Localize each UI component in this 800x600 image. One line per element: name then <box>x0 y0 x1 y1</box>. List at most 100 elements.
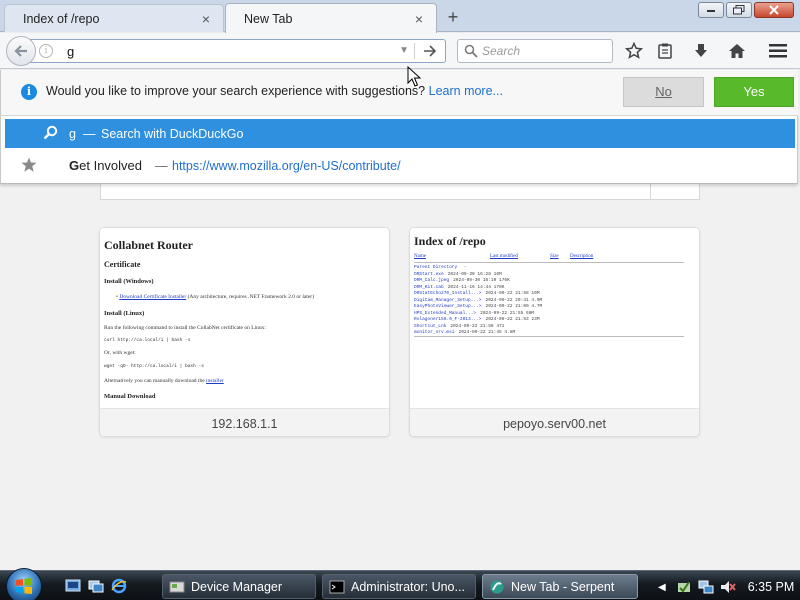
suggestions-question: Would you like to improve your search ex… <box>46 84 503 98</box>
separator-dash: — <box>83 126 96 141</box>
start-button[interactable] <box>6 568 42 600</box>
thumb-file-name: monitor_srv.msi <box>414 330 455 335</box>
bookmark-star-button[interactable] <box>622 39 646 63</box>
thumb-file-meta: 2024-09-22 21:55 60M <box>480 310 535 316</box>
minimize-button[interactable] <box>698 2 724 18</box>
close-icon <box>769 5 779 15</box>
windows-logo-icon <box>16 578 32 594</box>
tab-index-of-repo[interactable]: Index of /repo × <box>4 4 224 32</box>
thumb-heading: Install (Linux) <box>104 310 145 317</box>
separator-dash: — <box>155 158 168 173</box>
site-thumbnail: Index of /repo Name Last modified Size D… <box>410 228 699 408</box>
tile-caption: pepoyo.serv00.net <box>410 408 699 436</box>
question-text: Would you like to improve your search ex… <box>46 84 426 98</box>
internet-explorer-icon[interactable] <box>111 578 127 594</box>
search-bar[interactable] <box>457 39 613 63</box>
no-button[interactable]: No <box>623 77 704 107</box>
network-icon[interactable] <box>698 579 714 595</box>
thumb-file-meta: 2024-09-22 21:53 23M <box>485 317 540 322</box>
thumb-file-name: DRM_Kit.cab <box>414 284 444 290</box>
thumb-heading: Install (Windows) <box>104 278 154 285</box>
thumb-text: Or, with wget: <box>104 350 136 356</box>
download-arrow-icon <box>695 44 707 57</box>
taskbar-button-new-tab[interactable]: New Tab - Serpent <box>482 574 638 599</box>
thumb-file-name: DRM_Calc.jpeg <box>414 278 450 283</box>
thumb-column-header: Name <box>414 254 426 259</box>
taskbar-button-administrator[interactable]: Administrator: Uno... <box>322 574 476 599</box>
system-clock[interactable]: 6:35 PM <box>748 580 795 594</box>
thumb-file-row: Rolagoner158.0_F-2013...> 2024-09-22 21:5… <box>414 317 540 322</box>
autocomplete-search-row[interactable]: g — Search with DuckDuckGo <box>5 119 795 148</box>
history-dropdown-icon[interactable]: ▼ <box>399 45 409 56</box>
search-suggestions-prompt: i Would you like to improve your search … <box>0 70 798 116</box>
show-hidden-icons-icon[interactable]: ◀ <box>658 582 666 593</box>
system-tray: ◀ 6:35 PM <box>658 575 800 599</box>
title-match: G <box>69 158 80 173</box>
back-button[interactable] <box>6 36 36 66</box>
tile-caption: 192.168.1.1 <box>100 408 389 436</box>
serpent-browser-icon <box>490 580 504 593</box>
thumb-link: Download Certificate Installer <box>119 294 187 300</box>
show-desktop-icon[interactable] <box>65 578 81 594</box>
taskbar-button-device-manager[interactable]: Device Manager <box>162 574 316 599</box>
thumb-column-header: Size <box>550 254 559 259</box>
restore-button[interactable] <box>726 2 752 18</box>
thumb-file-meta: 2024-09-22 21:58 471 <box>450 323 505 329</box>
thumb-file-row: DRStatEcho270_Install...> 2024-09-22 21:5… <box>414 291 540 296</box>
info-icon: i <box>21 84 37 100</box>
thumb-file-row: DRM_Calc.jpeg 2024-09-30 16:10 176K <box>414 278 510 283</box>
yes-button[interactable]: Yes <box>714 77 794 107</box>
search-action-label: Search with DuckDuckGo <box>101 126 244 141</box>
close-icon[interactable]: × <box>412 12 426 26</box>
volume-muted-icon[interactable] <box>720 579 736 595</box>
close-window-button[interactable] <box>754 2 794 18</box>
url-separator <box>414 43 415 59</box>
bookmark-url: https://www.mozilla.org/en-US/contribute… <box>172 158 401 173</box>
tab-strip: Index of /repo × New Tab × + <box>0 0 800 33</box>
thumb-file-name: DRStart.exe <box>414 271 444 277</box>
top-site-tile[interactable]: Collabnet Router Certificate Install (Wi… <box>99 227 390 437</box>
search-icon <box>464 44 478 58</box>
thumb-file-meta: 2024-09-22 20:41 4.0M <box>485 297 543 303</box>
tab-new-tab[interactable]: New Tab × <box>225 3 437 33</box>
tab-label: Index of /repo <box>23 11 100 26</box>
learn-more-link[interactable]: Learn more... <box>429 84 503 98</box>
close-icon[interactable]: × <box>199 12 213 26</box>
bookmark-title: Get Involved <box>69 158 142 173</box>
thumb-link: installer <box>206 378 224 384</box>
go-arrow-icon[interactable] <box>421 43 439 59</box>
bookmarks-menu-button[interactable] <box>653 39 677 63</box>
home-button[interactable] <box>725 39 749 63</box>
title-rest: et Involved <box>79 158 142 173</box>
mouse-cursor-icon <box>407 66 421 87</box>
site-info-icon[interactable]: i <box>39 44 53 58</box>
thumb-file-name: Shortcut_Lnk <box>414 323 447 329</box>
search-input[interactable] <box>482 43 602 59</box>
thumb-file-row: DRM_Kit.cab 2024-11-16 14:44 170K <box>414 285 504 290</box>
autocomplete-bookmark-row[interactable]: Get Involved — https://www.mozilla.org/e… <box>5 151 795 180</box>
thumb-file-meta: 2024-09-22 21:00 4.7M <box>485 304 543 309</box>
navigation-toolbar: i ▼ <box>0 33 800 69</box>
thumb-file-meta: - <box>461 265 467 270</box>
thumb-code: curl http://ca.local/i | bash -s <box>104 338 191 343</box>
url-input[interactable] <box>67 42 387 60</box>
tab-label: New Tab <box>244 11 293 26</box>
task-label: New Tab - Serpent <box>511 579 615 594</box>
thumb-file-name: EasyPhotoViewer_Setup...> <box>414 304 482 309</box>
clipboard-icon <box>658 43 672 59</box>
thumb-text: (Any architecture, requires .NET Framewo… <box>187 294 314 300</box>
minimize-icon <box>707 10 715 12</box>
restore-icon <box>733 5 745 15</box>
downloads-button[interactable] <box>689 39 713 63</box>
new-tab-button[interactable]: + <box>442 6 464 28</box>
thumb-rule <box>414 262 684 263</box>
safely-remove-icon[interactable] <box>676 579 692 595</box>
url-bar[interactable]: i ▼ <box>28 39 446 63</box>
windows-taskbar: Device Manager Administrator: Uno... New… <box>0 568 800 600</box>
top-site-tile[interactable]: Index of /repo Name Last modified Size D… <box>409 227 700 437</box>
switch-windows-icon[interactable] <box>88 578 104 594</box>
thumb-file-meta: 2024-11-16 14:44 170K <box>447 284 505 290</box>
thumb-file-row: Shortcut_Lnk 2024-09-22 21:58 471 <box>414 324 504 329</box>
thumb-text: • Download Certificate Installer (Any ar… <box>116 294 314 300</box>
open-menu-button[interactable] <box>766 39 790 63</box>
